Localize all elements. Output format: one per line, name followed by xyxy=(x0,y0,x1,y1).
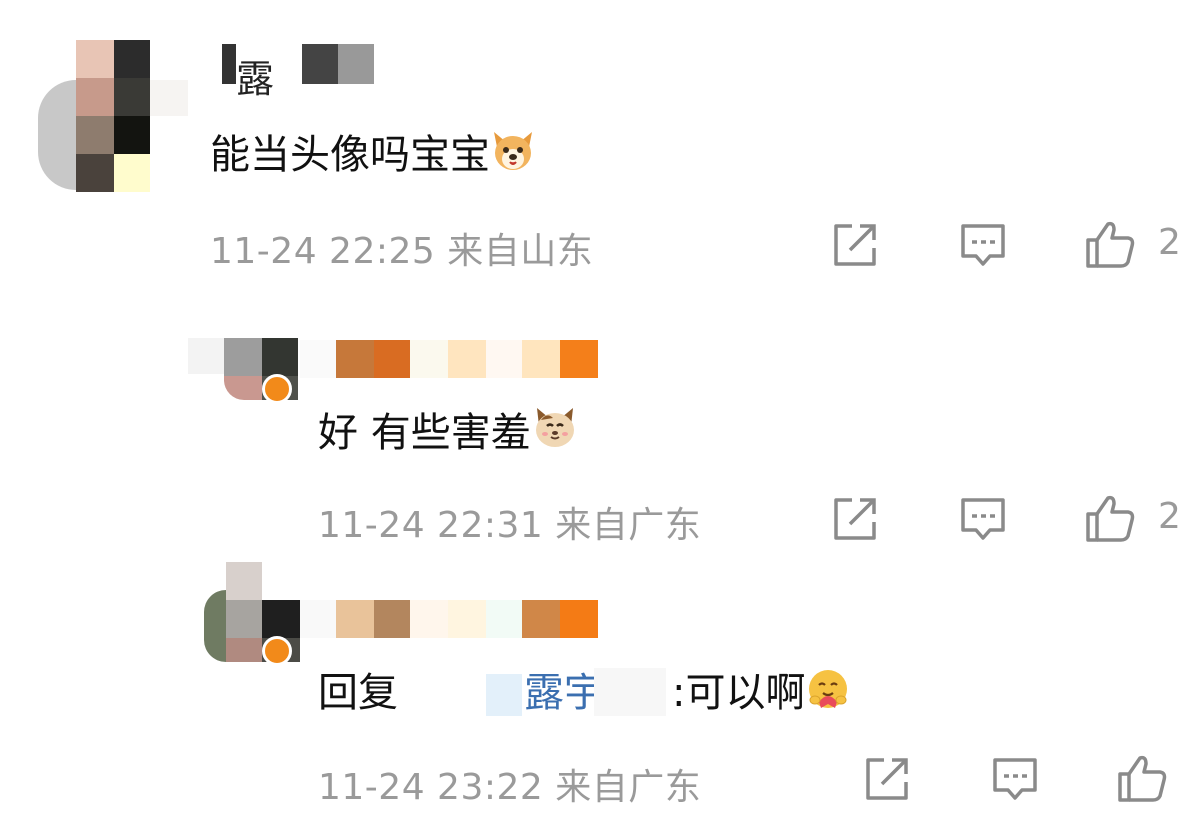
verified-badge xyxy=(262,636,292,666)
avatar[interactable] xyxy=(188,306,300,404)
like-button[interactable] xyxy=(1116,752,1167,802)
comment-meta: 11-24 22:31 来自广东 xyxy=(318,505,702,546)
share-icon xyxy=(866,758,908,800)
comment-icon xyxy=(993,758,1037,800)
hugging-face-icon xyxy=(805,666,851,722)
comment-button[interactable] xyxy=(958,494,1008,544)
comment-icon xyxy=(961,498,1005,540)
reply-mention[interactable]: 露宇 xyxy=(524,660,604,718)
username[interactable] xyxy=(300,600,636,638)
username[interactable] xyxy=(300,340,636,378)
like-count: 2 xyxy=(1158,222,1181,263)
share-icon xyxy=(834,224,876,266)
cat-face-icon xyxy=(531,404,579,462)
reply-prefix: 回复 xyxy=(318,670,398,716)
username-fragment: 露 xyxy=(236,57,275,101)
forward-button[interactable] xyxy=(862,754,912,804)
share-icon xyxy=(834,498,876,540)
dog-face-icon xyxy=(490,128,536,184)
like-button[interactable] xyxy=(1084,218,1135,268)
thumbs-up-icon xyxy=(1086,495,1135,542)
thumbs-up-icon xyxy=(1118,755,1167,802)
comment-meta: 11-24 22:25 来自山东 xyxy=(210,231,594,272)
like-count: 2 xyxy=(1158,496,1181,537)
comment-text: 好 有些害羞 xyxy=(318,400,579,462)
comment-button[interactable] xyxy=(958,220,1008,270)
reply-text: 回复 露宇 :可以啊 xyxy=(318,660,938,716)
avatar[interactable] xyxy=(38,40,188,192)
like-button[interactable] xyxy=(1084,492,1135,542)
forward-button[interactable] xyxy=(830,220,880,270)
comment-meta: 11-24 23:22 来自广东 xyxy=(318,767,702,808)
comment-text: 能当头像吗宝宝 xyxy=(210,122,536,184)
verified-badge xyxy=(262,374,292,404)
comment-icon xyxy=(961,224,1005,266)
comment-button[interactable] xyxy=(990,754,1040,804)
forward-button[interactable] xyxy=(830,494,880,544)
thumbs-up-icon xyxy=(1086,221,1135,268)
